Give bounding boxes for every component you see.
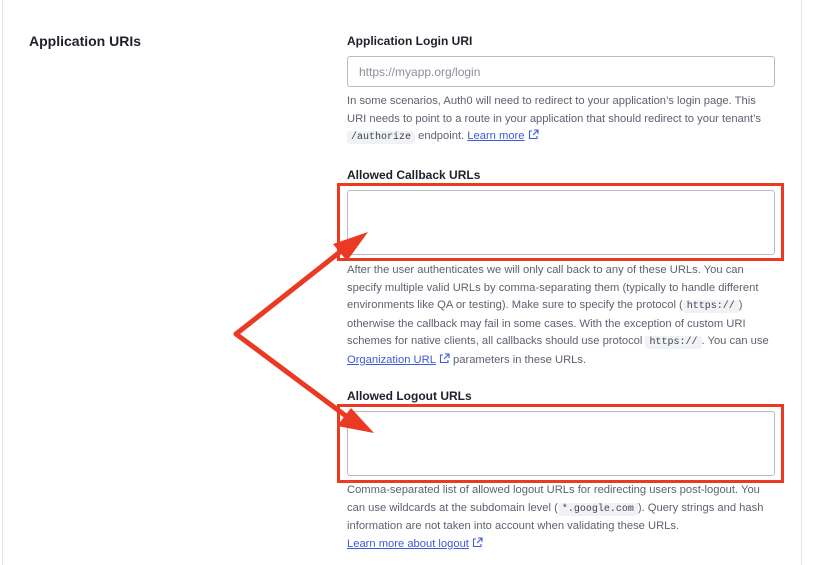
wildcard-code: *.google.com	[557, 502, 638, 516]
logout-urls-help: Comma-separated list of allowed logout U…	[347, 482, 777, 554]
panel-right-border	[801, 0, 802, 565]
external-link-icon	[439, 353, 450, 371]
organization-url-link[interactable]: Organization URL	[347, 354, 436, 366]
login-uri-input[interactable]	[347, 56, 775, 87]
external-link-icon	[472, 537, 483, 555]
callback-urls-input[interactable]	[347, 190, 775, 255]
logout-urls-input[interactable]	[347, 411, 775, 476]
panel-left-border	[2, 0, 3, 565]
authorize-code: /authorize	[347, 131, 416, 145]
section-title: Application URIs	[29, 33, 142, 49]
learn-more-logout-link[interactable]: Learn more about logout	[347, 538, 469, 550]
https-code: https://	[682, 300, 739, 314]
login-uri-help: In some scenarios, Auth0 will need to re…	[347, 93, 777, 147]
callback-urls-label: Allowed Callback URLs	[347, 168, 481, 182]
learn-more-link[interactable]: Learn more	[467, 130, 524, 142]
callback-urls-help: After the user authenticates we will onl…	[347, 262, 777, 371]
external-link-icon	[528, 129, 539, 147]
settings-panel: Application URIs Application Login URI I…	[0, 0, 815, 565]
https-code: https://	[645, 336, 702, 350]
login-uri-label: Application Login URI	[347, 34, 473, 48]
logout-urls-label: Allowed Logout URLs	[347, 389, 472, 403]
